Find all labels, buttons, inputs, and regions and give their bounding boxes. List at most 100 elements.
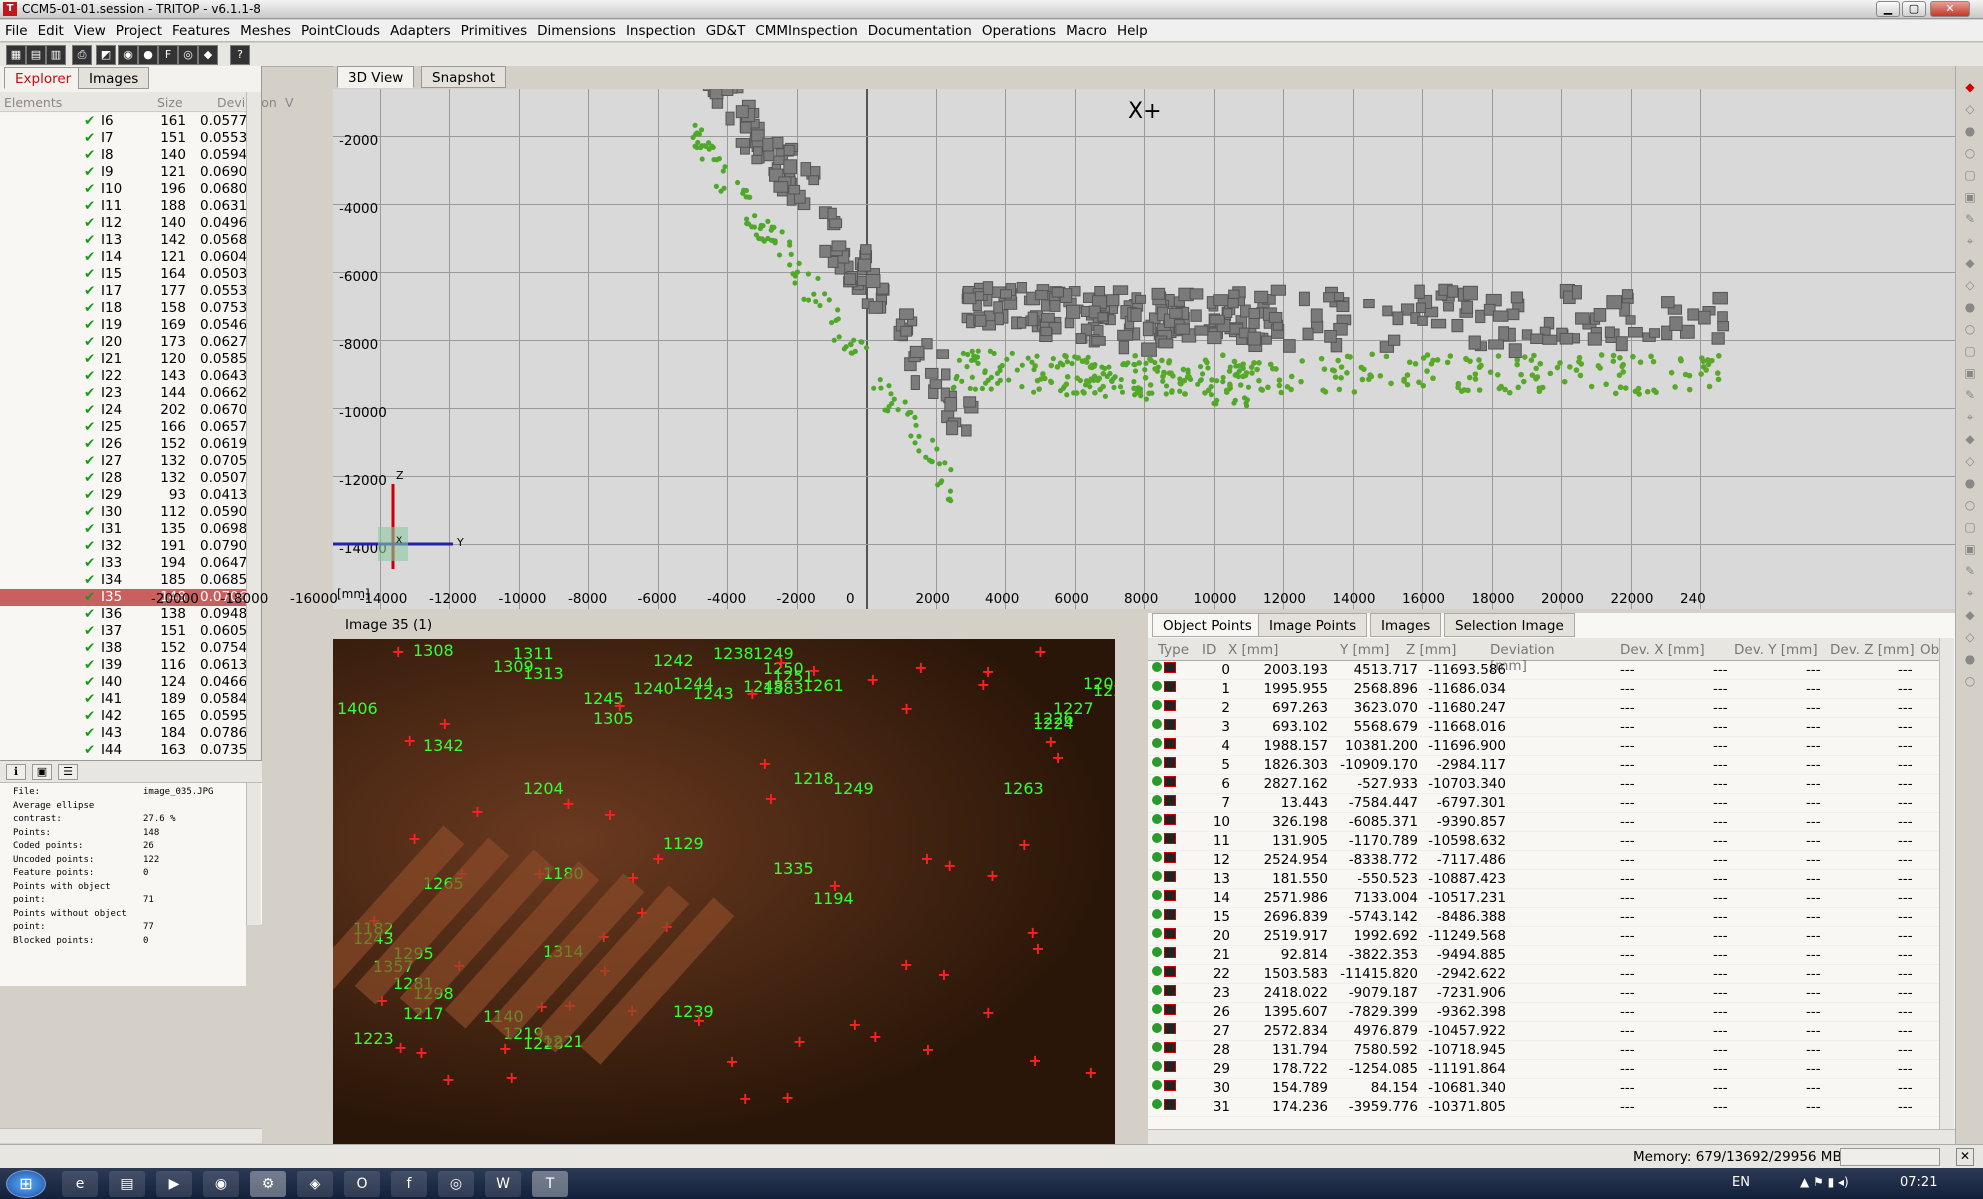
point-label[interactable]: 1220 [1093,681,1115,700]
tool-strip-icon[interactable]: ◇ [1962,454,1978,470]
element-row[interactable]: ✔ I14 121 0.0604 pixel [0,249,246,266]
col-devzmm[interactable]: Dev. Z [mm] [1830,642,1920,658]
table-row[interactable]: 27 2572.834 4976.879 -10457.922 --- --- --- --- [1148,1022,1939,1041]
element-row[interactable]: ✔ I44 163 0.0735 pixel [0,742,246,759]
measure-icon[interactable]: ◆ [198,45,218,65]
info-icon[interactable]: ℹ [6,764,26,780]
point-label[interactable]: 1218 [793,769,834,788]
element-row[interactable]: ✔ I37 151 0.0605 pixel [0,623,246,640]
tool-strip-icon[interactable]: ○ [1962,322,1978,338]
col-ob[interactable]: Ob [1920,642,1939,658]
tritop-icon[interactable]: ⚙ [250,1171,286,1197]
table-row[interactable]: 6 2827.162 -527.933 -10703.340 --- --- --- --- [1148,775,1939,794]
tool-strip-icon[interactable]: ○ [1962,498,1978,514]
menu-macro[interactable]: Macro [1061,20,1112,39]
point-label[interactable]: 1335 [773,859,814,878]
element-row[interactable]: ✔ I21 120 0.0585 pixel [0,351,246,368]
tool-strip-icon[interactable]: ◆ [1962,80,1978,96]
export-icon[interactable]: ▥ [46,45,66,65]
tab-explorer[interactable]: Explorer [4,67,83,89]
col-devxmm[interactable]: Dev. X [mm] [1620,642,1710,658]
point-label[interactable]: 1227 [1053,699,1094,718]
col-zmm[interactable]: Z [mm] [1406,642,1496,658]
tool-strip-icon[interactable]: ✎ [1962,212,1978,228]
element-row[interactable]: ✔ I11 188 0.0631 pixel [0,198,246,215]
table-row[interactable]: 14 2571.986 7133.004 -10517.231 --- --- --- --- [1148,889,1939,908]
point-label[interactable]: 1223 [353,1029,394,1048]
table-row[interactable]: 15 2696.839 -5743.142 -8486.388 --- --- --- --- [1148,908,1939,927]
tool-strip-icon[interactable]: ✎ [1962,564,1978,580]
feature-icon[interactable]: F [158,45,178,65]
point-label[interactable]: 1313 [523,664,564,683]
tab-images[interactable]: Images [1370,613,1442,637]
col-xmm[interactable]: X [mm] [1228,642,1318,658]
tool-strip-icon[interactable]: ◆ [1962,432,1978,448]
element-row[interactable]: ✔ I31 135 0.0698 pixel [0,521,246,538]
menu-view[interactable]: View [69,20,111,39]
media-icon[interactable]: ▶ [156,1171,192,1197]
tool-strip-icon[interactable]: ○ [1962,674,1978,690]
tool-strip-icon[interactable]: ⌖ [1962,410,1978,426]
element-row[interactable]: ✔ I19 169 0.0546 pixel [0,317,246,334]
info-scrollbar[interactable] [246,783,261,925]
element-row[interactable]: ✔ I23 144 0.0662 pixel [0,385,246,402]
element-row[interactable]: ✔ I43 184 0.0786 pixel [0,725,246,742]
points-vscrollbar[interactable] [1939,638,1954,1129]
language-indicator[interactable]: EN [1732,1175,1750,1190]
col-devymm[interactable]: Dev. Y [mm] [1734,642,1824,658]
element-row[interactable]: ✔ I25 166 0.0657 pixel [0,419,246,436]
close-window-button[interactable]: ✕ [1930,1,1970,17]
table-row[interactable]: 1 1995.955 2568.896 -11686.034 --- --- --- --- [1148,680,1939,699]
help-icon[interactable]: ? [230,45,250,65]
table-row[interactable]: 26 1395.607 -7829.399 -9362.398 --- --- --- --- [1148,1003,1939,1022]
element-row[interactable]: ✔ I20 173 0.0627 pixel [0,334,246,351]
chrome-icon[interactable]: ◎ [438,1171,474,1197]
tool-strip-icon[interactable]: ▢ [1962,520,1978,536]
element-row[interactable]: ✔ I28 132 0.0507 pixel [0,470,246,487]
tool-strip-icon[interactable]: ● [1962,300,1978,316]
table-row[interactable]: 10 326.198 -6085.371 -9390.857 --- --- --- --- [1148,813,1939,832]
menu-inspection[interactable]: Inspection [621,20,701,39]
col-elements[interactable]: Elements [4,95,62,110]
tool-strip-icon[interactable]: ✎ [1962,388,1978,404]
col-size[interactable]: Size [157,95,183,110]
menu-edit[interactable]: Edit [33,20,69,39]
element-row[interactable]: ✔ I12 140 0.0496 pixel [0,215,246,232]
element-row[interactable]: ✔ I30 112 0.0590 pixel [0,504,246,521]
info-hscrollbar[interactable] [0,1128,262,1143]
col-type[interactable]: Type [1158,642,1189,658]
table-row[interactable]: 21 92.814 -3822.353 -9494.885 --- --- --- --- [1148,946,1939,965]
open-session-icon[interactable]: ▦ [6,45,26,65]
element-row[interactable]: ✔ I32 191 0.0790 pixel [0,538,246,555]
tritop-active-icon[interactable]: T [532,1171,568,1197]
point-label[interactable]: 1249 [833,779,874,798]
vs-icon[interactable]: ◈ [297,1171,333,1197]
tab-snapshot[interactable]: Snapshot [421,66,507,88]
element-row[interactable]: ✔ I9 121 0.0690 pixel [0,164,246,181]
tool-strip-icon[interactable]: ○ [1962,146,1978,162]
element-row[interactable]: ✔ I26 152 0.0619 pixel [0,436,246,453]
tool-strip-icon[interactable]: ⌖ [1962,586,1978,602]
menu-gdt[interactable]: GD&T [701,20,751,39]
element-row[interactable]: ✔ I24 202 0.0670 pixel [0,402,246,419]
menu-operations[interactable]: Operations [977,20,1061,39]
menu-documentation[interactable]: Documentation [863,20,977,39]
points-hscrollbar[interactable] [1148,1129,1955,1144]
table-row[interactable]: 0 2003.193 4513.717 -11693.586 --- --- --- --- [1148,661,1939,680]
table-row[interactable]: 11 131.905 -1170.789 -10598.632 --- --- --- --- [1148,832,1939,851]
element-row[interactable]: ✔ I41 189 0.0584 pixel [0,691,246,708]
maximize-button[interactable]: ▢ [1902,1,1926,17]
menu-dimensions[interactable]: Dimensions [532,20,621,39]
3d-viewport[interactable]: X+ [mm] -20000-18000-16000-14000-12000-1… [151,89,1955,609]
menu-file[interactable]: File [0,20,33,39]
start-button[interactable]: ⊞ [6,1170,46,1198]
tool-strip-icon[interactable]: ▢ [1962,168,1978,184]
status-close-icon[interactable]: ✕ [1956,1148,1974,1166]
point-filter-icon[interactable]: ◩ [96,45,116,65]
tool-strip-icon[interactable]: ◆ [1962,256,1978,272]
col-id[interactable]: ID [1202,642,1216,658]
firefox-icon[interactable]: ◉ [203,1171,239,1197]
ie-icon[interactable]: e [62,1171,98,1197]
point-label[interactable]: 1308 [413,641,454,660]
element-row[interactable]: ✔ I8 140 0.0594 pixel [0,147,246,164]
